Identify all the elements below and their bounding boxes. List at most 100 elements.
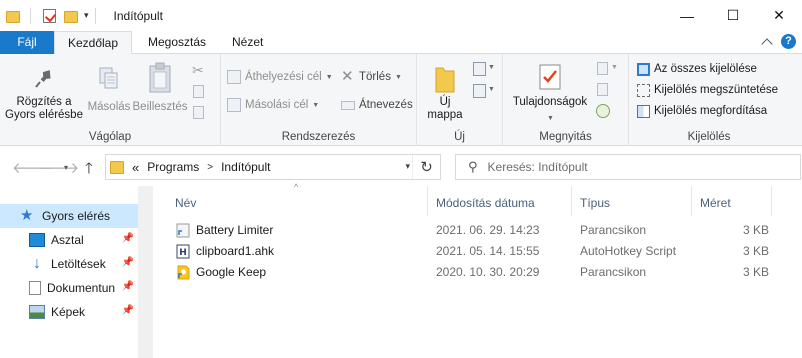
delete-icon: ✕ — [341, 68, 354, 85]
breadcrumb-startup[interactable]: Indítópult — [221, 160, 270, 174]
column-header-name[interactable]: Név — [175, 192, 196, 214]
paste-shortcut-icon[interactable] — [193, 106, 204, 119]
address-dropdown-icon[interactable]: ▾ — [405, 161, 410, 172]
copy-to-button[interactable]: Másolási cél ▼ — [227, 96, 319, 114]
refresh-icon[interactable]: ↻ — [412, 155, 440, 179]
address-bar[interactable]: « Programs > Indítópult ▾ ↻ — [105, 154, 441, 180]
divider[interactable] — [427, 186, 428, 216]
file-type: AutoHotkey Script — [580, 244, 677, 258]
copy-button[interactable]: Másolás — [84, 66, 134, 114]
properties-button[interactable]: Tulajdonságok — [507, 62, 593, 109]
select-group-label: Kijelölés — [687, 131, 731, 143]
sidebar-item-label: Letöltések — [51, 257, 106, 271]
new-folder-icon — [435, 67, 455, 93]
quick-access-dropdown-icon[interactable]: ▾ — [84, 10, 89, 21]
chevron-down-icon: ▼ — [325, 73, 333, 81]
file-row[interactable]: Battery Limiter 2021. 06. 29. 14:23 Para… — [174, 220, 794, 241]
delete-button[interactable]: ✕ Törlés ▼ — [341, 68, 402, 86]
up-arrow-icon[interactable]: 🡑 — [85, 158, 93, 183]
divider[interactable] — [771, 186, 772, 216]
select-none-label: Kijelölés megszüntetése — [654, 84, 779, 96]
invert-selection-button[interactable]: Kijelölés megfordítása — [637, 102, 767, 120]
easy-access-icon[interactable] — [473, 84, 486, 98]
pin-icon[interactable]: 📌 — [122, 305, 134, 316]
new-folder-label-2: mappa — [427, 109, 463, 121]
chevron-down-icon: ▼ — [312, 101, 320, 109]
chevron-down-icon: ▼ — [394, 73, 402, 81]
column-header-date[interactable]: Módosítás dátuma — [436, 192, 535, 214]
collapse-ribbon-icon[interactable] — [761, 37, 773, 50]
new-folder-button[interactable]: Új mappa — [423, 64, 467, 122]
svg-text:H: H — [179, 248, 187, 258]
select-group: Az összes kijelölése Kijelölés megszünte… — [629, 54, 789, 146]
properties-quick-icon[interactable] — [43, 8, 56, 23]
cut-icon[interactable]: ✂ — [192, 62, 204, 79]
breadcrumb-programs[interactable]: Programs — [147, 160, 199, 174]
rename-button[interactable]: Átnevezés — [341, 96, 413, 114]
select-none-icon — [637, 83, 650, 97]
file-size: 3 KB — [743, 244, 770, 258]
sidebar-item-downloads[interactable]: ↓ Letöltések 📌 — [0, 252, 138, 276]
recent-locations-chevron-icon[interactable]: ▾ — [64, 163, 68, 172]
tab-share[interactable]: Megosztás — [136, 31, 218, 54]
sidebar-item-documents[interactable]: Dokumentun 📌 — [0, 276, 138, 300]
history-icon[interactable] — [596, 104, 610, 118]
sidebar-item-pictures[interactable]: Képek 📌 — [0, 300, 138, 324]
select-all-button[interactable]: Az összes kijelölése — [637, 60, 757, 78]
divider — [94, 7, 96, 24]
chevron-down-icon[interactable]: ▼ — [488, 64, 495, 71]
edit-icon[interactable] — [597, 83, 608, 96]
file-row[interactable]: H clipboard1.ahk 2021. 05. 14. 15:55 Aut… — [174, 241, 794, 262]
pin-icon[interactable]: 📌 — [122, 257, 134, 268]
new-folder-quick-icon[interactable] — [64, 10, 78, 23]
search-input[interactable]: Keresés: Indítópult — [488, 160, 588, 174]
paste-button[interactable]: Beillesztés — [132, 62, 188, 114]
breadcrumb-overflow[interactable]: « — [132, 160, 139, 175]
sidebar-scrollbar[interactable] — [138, 186, 153, 358]
sidebar-item-label: Képek — [51, 305, 86, 319]
help-icon[interactable]: ? — [781, 34, 796, 49]
column-header-type[interactable]: Típus — [580, 192, 610, 214]
shortcut-icon — [176, 223, 190, 238]
organize-group: Áthelyezési cél ▼ Másolási cél ▼ ✕ Törlés ▼… — [221, 54, 417, 146]
tab-home[interactable]: Kezdőlap — [54, 31, 132, 55]
new-item-icon[interactable] — [473, 62, 486, 76]
select-none-button[interactable]: Kijelölés megszüntetése — [637, 81, 778, 99]
pin-quick-access-button[interactable]: Rögzítés a Gyors elérésbe — [4, 66, 84, 122]
window-controls: — ☐ ✕ — [664, 0, 802, 31]
column-header-size[interactable]: Méret — [700, 192, 731, 214]
sidebar-item-label: Gyors elérés — [42, 209, 111, 223]
desktop-icon — [29, 233, 45, 247]
delete-label: Törlés — [359, 71, 391, 83]
document-icon — [29, 281, 41, 295]
select-all-icon — [637, 62, 650, 76]
sidebar-item-label: Asztal — [51, 233, 84, 247]
invert-selection-label: Kijelölés megfordítása — [654, 105, 768, 117]
file-name: Battery Limiter — [196, 223, 274, 237]
minimize-button[interactable]: — — [664, 0, 710, 31]
tab-view[interactable]: Nézet — [220, 31, 275, 54]
chevron-down-icon[interactable]: ▼ — [611, 64, 618, 71]
file-date: 2021. 06. 29. 14:23 — [436, 223, 540, 237]
tab-file[interactable]: Fájl — [0, 31, 54, 54]
pin-icon[interactable]: 📌 — [122, 233, 134, 244]
move-to-button[interactable]: Áthelyezési cél ▼ — [227, 68, 333, 86]
file-row[interactable]: Google Keep 2020. 10. 30. 20:29 Parancsi… — [174, 262, 794, 283]
maximize-button[interactable]: ☐ — [710, 0, 756, 31]
divider[interactable] — [571, 186, 572, 216]
close-button[interactable]: ✕ — [756, 0, 802, 31]
divider[interactable] — [691, 186, 692, 216]
open-icon[interactable] — [597, 62, 608, 75]
forward-arrow-icon[interactable]: 🡒 — [39, 158, 79, 177]
ribbon-controls: ? — [761, 34, 796, 50]
copy-path-icon[interactable] — [193, 85, 204, 98]
file-date: 2021. 05. 14. 15:55 — [436, 244, 540, 258]
pin-icon[interactable]: 📌 — [122, 281, 134, 292]
breadcrumb-chevron-icon[interactable]: > — [207, 162, 213, 173]
chevron-down-icon[interactable]: ▼ — [547, 115, 554, 122]
search-box[interactable]: ⚲ Keresés: Indítópult — [455, 154, 801, 180]
sidebar-item-quick-access[interactable]: ★ Gyors elérés — [0, 204, 138, 228]
navigation-bar: 🡐 🡒 ▾ 🡑 « Programs > Indítópult ▾ ↻ ⚲ Ke… — [0, 146, 802, 186]
sidebar-item-desktop[interactable]: Asztal 📌 — [0, 228, 138, 252]
chevron-down-icon[interactable]: ▼ — [488, 86, 495, 93]
